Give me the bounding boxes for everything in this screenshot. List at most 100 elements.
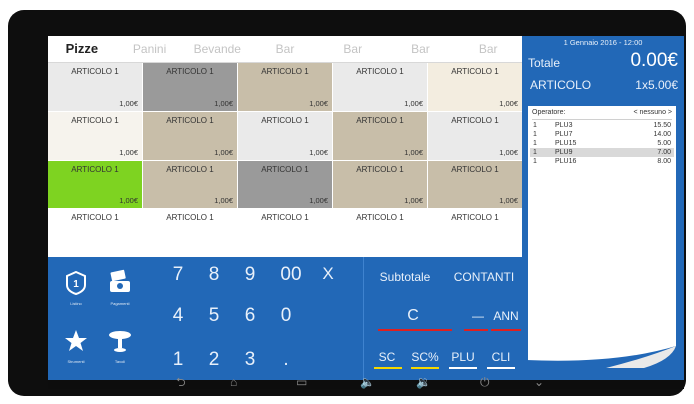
product-tile[interactable]: ARTICOLO 1 1,00€	[143, 63, 237, 111]
tab-bar-1[interactable]: Bar	[251, 36, 319, 62]
product-price: 1,00€	[404, 147, 423, 157]
key-9[interactable]: 9	[235, 264, 265, 286]
operator-value: < nessuno >	[633, 109, 672, 116]
product-tile[interactable]: ARTICOLO 1 1,00€	[143, 160, 237, 209]
operator-label: Operatore:	[532, 109, 566, 116]
key-00[interactable]: 00	[271, 264, 311, 286]
key-multiply[interactable]: X	[313, 264, 343, 284]
plu-button[interactable]: PLU	[446, 350, 480, 364]
product-name: ARTICOLO 1	[261, 115, 309, 125]
keypad-area: 1 Listino Pagamenti Strumenti Tavoli 7 8…	[48, 257, 522, 380]
receipt-row[interactable]: 1 PLU16 8.00	[530, 157, 674, 166]
volume-up-icon[interactable]: 🔉	[416, 376, 431, 388]
tables-caption: Tavoli	[114, 359, 126, 364]
numeric-keypad: 7 8 9 00 X 4 5 6 0 1 2 3 .	[153, 257, 363, 380]
product-tile[interactable]: ARTICOLO 1	[143, 209, 237, 257]
key-decimal[interactable]: .	[271, 349, 301, 371]
product-price: 1,00€	[499, 196, 518, 206]
product-tile[interactable]: ARTICOLO 1 1,00€	[48, 111, 142, 160]
product-tile[interactable]: ARTICOLO 1 1,00€	[48, 160, 142, 209]
receipt-items: 1 PLU3 15.50 1 PLU7 14.00 1 PLU15 5.00 1 PLU9 7.00 1…	[530, 121, 674, 166]
key-7[interactable]: 7	[163, 264, 193, 286]
home-icon[interactable]: ⌂	[230, 376, 237, 388]
key-2[interactable]: 2	[199, 349, 229, 371]
receipt-row[interactable]: 1 PLU3 15.50	[530, 121, 674, 130]
product-tile[interactable]: ARTICOLO 1 1,00€	[238, 111, 332, 160]
product-grid: ARTICOLO 1 1,00€ ARTICOLO 1 1,00€ ARTICOLO 1…	[48, 63, 522, 257]
tab-bar-4[interactable]: Bar	[454, 36, 522, 62]
product-name: ARTICOLO 1	[71, 67, 119, 76]
product-name: ARTICOLO 1	[451, 67, 499, 76]
product-tile[interactable]: ARTICOLO 1 1,00€	[333, 160, 427, 209]
product-tile[interactable]: ARTICOLO 1 1,00€	[428, 160, 522, 209]
tab-panini[interactable]: Panini	[116, 36, 184, 62]
back-icon[interactable]: ⮌	[176, 376, 186, 388]
volume-down-icon[interactable]: 🔈	[360, 376, 375, 388]
discount-percent-underline	[411, 367, 439, 369]
item-code: PLU9	[555, 149, 573, 156]
plu-underline	[449, 367, 477, 369]
product-price: 1,00€	[119, 147, 138, 157]
tab-pizze[interactable]: Pizze	[48, 36, 116, 62]
minus-button[interactable]: —	[468, 309, 488, 323]
product-tile[interactable]: ARTICOLO 1	[238, 209, 332, 257]
total-label: Totale	[528, 56, 561, 70]
key-3[interactable]: 3	[235, 349, 265, 371]
recents-icon[interactable]: ▭	[296, 376, 307, 388]
price-list-button[interactable]: 1 Listino	[56, 270, 96, 306]
item-price: 14.00	[653, 131, 671, 138]
tab-bar-2[interactable]: Bar	[319, 36, 387, 62]
product-tile[interactable]: ARTICOLO 1 1,00€	[48, 63, 142, 111]
cancel-button[interactable]: ANN	[491, 309, 521, 323]
product-tile[interactable]: ARTICOLO 1 1,00€	[238, 160, 332, 209]
product-tile[interactable]: ARTICOLO 1	[48, 209, 142, 257]
product-price: 1,00€	[404, 196, 423, 206]
key-8[interactable]: 8	[199, 264, 229, 286]
key-5[interactable]: 5	[199, 305, 229, 327]
hide-icon[interactable]: ⌄	[534, 376, 544, 388]
product-price: 1,00€	[309, 98, 328, 108]
key-4[interactable]: 4	[163, 305, 193, 327]
operator-row[interactable]: Operatore: < nessuno >	[532, 109, 672, 120]
item-qty: 1	[533, 140, 537, 147]
tables-button[interactable]: Tavoli	[100, 329, 140, 364]
client-button[interactable]: CLI	[484, 350, 518, 364]
power-icon[interactable]: ⏻	[480, 376, 490, 388]
key-1[interactable]: 1	[163, 349, 193, 371]
product-tile[interactable]: ARTICOLO 1 1,00€	[238, 63, 332, 111]
tools-button[interactable]: Strumenti	[56, 329, 96, 364]
product-name: ARTICOLO 1	[71, 164, 119, 174]
product-price: 1,00€	[404, 98, 423, 108]
product-tile[interactable]: ARTICOLO 1 1,00€	[428, 63, 522, 111]
item-qty: 1	[533, 122, 537, 129]
product-tile[interactable]: ARTICOLO 1 1,00€	[428, 111, 522, 160]
payments-button[interactable]: Pagamenti	[100, 269, 140, 306]
svg-text:1: 1	[73, 279, 79, 290]
product-panel: Pizze Panini Bevande Bar Bar Bar Bar ART…	[48, 36, 522, 380]
article-quantity: 1x5.00€	[635, 78, 678, 92]
receipt-row[interactable]: 1 PLU9 7.00	[530, 148, 674, 157]
receipt-row[interactable]: 1 PLU15 5.00	[530, 139, 674, 148]
product-tile[interactable]: ARTICOLO 1	[333, 209, 427, 257]
category-tabs: Pizze Panini Bevande Bar Bar Bar Bar	[48, 36, 522, 63]
discount-percent-button[interactable]: SC%	[408, 350, 442, 364]
product-tile[interactable]: ARTICOLO 1 1,00€	[143, 111, 237, 160]
product-tile[interactable]: ARTICOLO 1 1,00€	[333, 111, 427, 160]
payments-icon	[110, 269, 130, 292]
tab-bar-3[interactable]: Bar	[387, 36, 455, 62]
table-icon	[109, 331, 131, 352]
product-price: 1,00€	[214, 98, 233, 108]
key-0[interactable]: 0	[271, 305, 301, 327]
key-6[interactable]: 6	[235, 305, 265, 327]
cash-button[interactable]: CONTANTI	[448, 270, 520, 284]
subtotal-button[interactable]: Subtotale	[372, 270, 438, 284]
item-qty: 1	[533, 131, 537, 138]
function-icons: 1 Listino Pagamenti Strumenti Tavoli	[48, 257, 153, 380]
receipt-row[interactable]: 1 PLU7 14.00	[530, 130, 674, 139]
discount-button[interactable]: SC	[370, 350, 404, 364]
product-tile[interactable]: ARTICOLO 1 1,00€	[333, 63, 427, 111]
product-tile[interactable]: ARTICOLO 1	[428, 209, 522, 257]
item-code: PLU3	[555, 122, 573, 129]
clear-button[interactable]: C	[388, 307, 438, 325]
tab-bevande[interactable]: Bevande	[183, 36, 251, 62]
